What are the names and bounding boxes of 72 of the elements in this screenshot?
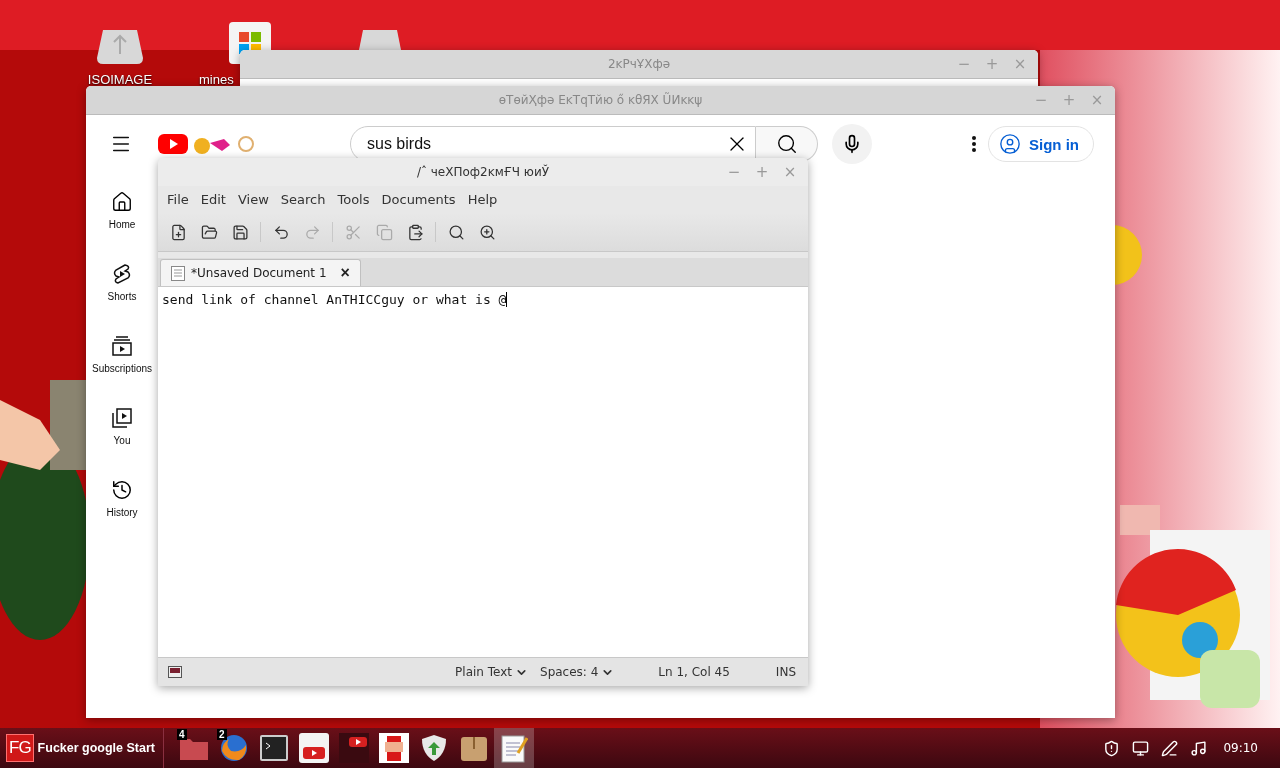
- count-badge: 4: [177, 729, 187, 740]
- taskbar-launcher[interactable]: 2: [214, 728, 254, 768]
- search-input[interactable]: sus birds: [351, 134, 725, 154]
- count-badge: 2: [217, 729, 227, 740]
- home-icon: [111, 191, 133, 213]
- video-player-icon: [339, 733, 369, 763]
- menu-item[interactable]: File: [162, 189, 194, 210]
- search-icon: [447, 223, 465, 241]
- indent-dropdown[interactable]: Spaces: 4: [540, 665, 615, 679]
- sidebar-item[interactable]: History: [86, 479, 158, 518]
- terminal-icon: [260, 735, 288, 761]
- clock[interactable]: 09:10: [1223, 741, 1258, 755]
- pen-icon[interactable]: [1161, 739, 1179, 757]
- sidebar-item[interactable]: You: [86, 407, 158, 446]
- package-icon: [460, 734, 488, 762]
- microphone-icon: [842, 134, 862, 154]
- music-note-icon[interactable]: [1190, 739, 1208, 757]
- document-text: send link of channel AnTHICCguy or what is @: [162, 292, 507, 307]
- menu-item[interactable]: Edit: [195, 189, 231, 210]
- clipboard-icon: [406, 223, 424, 241]
- history-icon: [111, 479, 133, 501]
- shield-icon[interactable]: [1103, 739, 1121, 757]
- toolbar-button[interactable]: [230, 222, 250, 242]
- taskbar-launcher[interactable]: 4: [174, 728, 214, 768]
- desktop-icon-label: mines: [199, 72, 234, 87]
- drive-icon: [97, 30, 143, 64]
- shield-icon: [421, 734, 447, 762]
- copy-icon: [375, 223, 393, 241]
- notepad-icon: [500, 733, 528, 763]
- insert-mode: INS: [775, 665, 796, 679]
- scissors-icon: [344, 223, 362, 241]
- display-icon[interactable]: [1132, 739, 1150, 757]
- tab-label: *Unsaved Document 1: [191, 266, 327, 280]
- document-icon: [171, 265, 185, 281]
- zoom-search-icon: [478, 223, 496, 241]
- menu-item[interactable]: Help: [462, 189, 503, 210]
- sidebar-item[interactable]: Home: [86, 191, 158, 230]
- menu-item[interactable]: View: [232, 189, 274, 210]
- sign-in-button[interactable]: Sign in: [988, 126, 1094, 162]
- video-player-icon: [299, 733, 329, 763]
- redo-icon: [303, 223, 321, 241]
- language-dropdown[interactable]: Plain Text: [455, 665, 529, 679]
- new-document-icon: [169, 223, 187, 241]
- panel-icon[interactable]: [168, 666, 182, 678]
- search-icon: [775, 133, 798, 155]
- subscriptions-icon: [111, 335, 133, 357]
- document-tab[interactable]: *Unsaved Document 1 ×: [160, 259, 361, 286]
- microphone-button[interactable]: [832, 124, 872, 164]
- shorts-icon: [111, 263, 133, 285]
- folder-icon: [200, 223, 218, 241]
- save-icon: [231, 223, 249, 241]
- menu-item[interactable]: Search: [275, 189, 331, 210]
- more-button[interactable]: [972, 136, 976, 152]
- menu-item[interactable]: Tools: [332, 189, 375, 210]
- window-title: /ˆ чеХПоф2ĸмҒЧ юиЎ: [416, 165, 550, 179]
- menu-item[interactable]: Documents: [376, 189, 461, 210]
- sidebar-item[interactable]: Subscriptions: [86, 335, 158, 374]
- window-title: 2ĸРчҰХфә: [607, 57, 671, 71]
- start-button[interactable]: FG Fucker google Start: [0, 728, 164, 768]
- user-icon: [999, 133, 1021, 155]
- more-icon: [972, 136, 976, 152]
- cursor-position: Ln 1, Col 45: [658, 665, 730, 679]
- window-title: өТөйҲфә ЕĸТqТйю ő ĸθЯХ ŨИĸĸψ: [498, 93, 703, 107]
- search-button[interactable]: [756, 126, 818, 162]
- taskbar-launcher[interactable]: [494, 728, 534, 768]
- desktop-icon-label: ISOIMAGE: [87, 72, 153, 87]
- text-editor[interactable]: send link of channel AnTHICCguy or what is @: [158, 287, 808, 657]
- undo-icon: [272, 223, 290, 241]
- close-tab-button[interactable]: ×: [340, 264, 350, 282]
- sidebar-item[interactable]: Shorts: [86, 263, 158, 302]
- play-library-icon: [111, 407, 133, 429]
- toolbar-button[interactable]: [199, 222, 219, 242]
